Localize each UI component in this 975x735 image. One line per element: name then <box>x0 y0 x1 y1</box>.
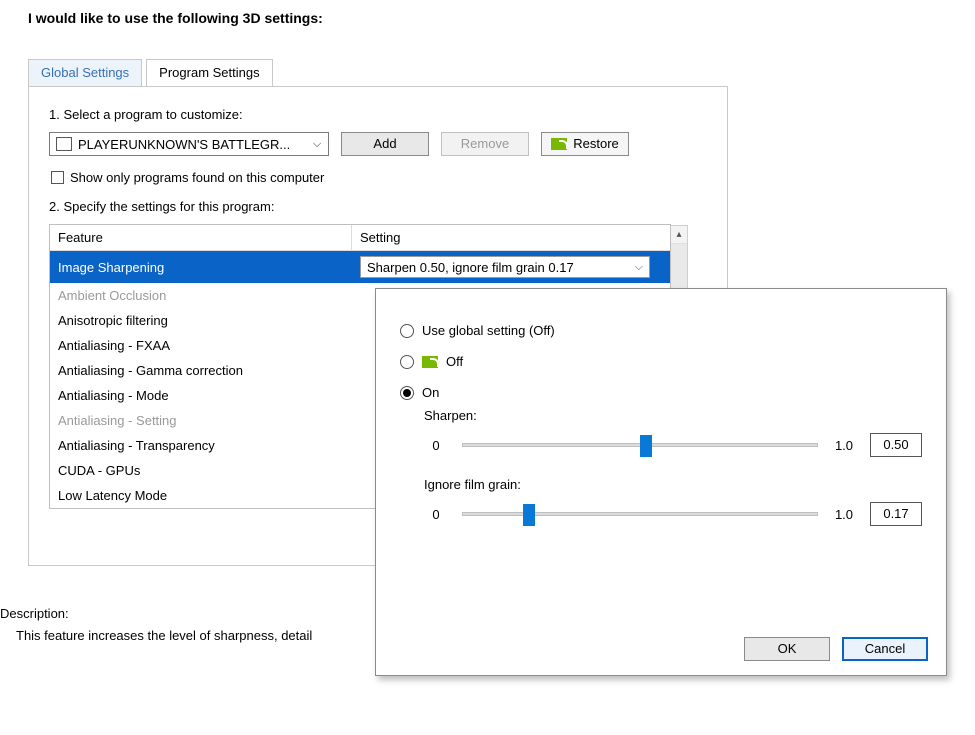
feature-cell: Antialiasing - Setting <box>50 408 352 433</box>
add-button[interactable]: Add <box>341 132 429 156</box>
option-label: Use global setting (Off) <box>422 323 555 338</box>
chevron-down-icon: ⌵ <box>306 138 328 151</box>
slider-min: 0 <box>424 507 448 522</box>
option-use-global[interactable]: Use global setting (Off) <box>400 323 922 338</box>
option-label: Off <box>446 354 463 369</box>
radio-icon <box>400 324 414 338</box>
description-label: Description: <box>0 606 69 621</box>
option-on[interactable]: On <box>400 385 922 400</box>
sharpen-label: Sharpen: <box>424 408 922 423</box>
feature-cell: Anisotropic filtering <box>50 308 352 333</box>
chevron-down-icon: ⌵ <box>635 261 643 274</box>
nvidia-icon <box>551 138 567 150</box>
sharpen-value[interactable]: 0.50 <box>870 433 922 457</box>
setting-dropdown[interactable]: Sharpen 0.50, ignore film grain 0.17 ⌵ <box>360 256 650 278</box>
feature-cell: Antialiasing - Gamma correction <box>50 358 352 383</box>
grain-label: Ignore film grain: <box>424 477 922 492</box>
ok-button[interactable]: OK <box>744 637 830 661</box>
slider-max: 1.0 <box>832 507 856 522</box>
program-icon <box>56 137 72 151</box>
feature-cell: CUDA - GPUs <box>50 458 352 483</box>
table-row[interactable]: Image Sharpening Sharpen 0.50, ignore fi… <box>50 251 670 283</box>
remove-button: Remove <box>441 132 529 156</box>
description-text: This feature increases the level of shar… <box>16 628 366 643</box>
program-select[interactable]: PLAYERUNKNOWN'S BATTLEGR... ⌵ <box>49 132 329 156</box>
step2-label: 2. Specify the settings for this program… <box>49 199 707 214</box>
feature-cell: Antialiasing - FXAA <box>50 333 352 358</box>
tab-program-settings[interactable]: Program Settings <box>146 59 272 86</box>
option-label: On <box>422 385 439 400</box>
step1-label: 1. Select a program to customize: <box>49 107 707 122</box>
scroll-up-icon[interactable]: ▴ <box>671 226 687 244</box>
feature-cell: Image Sharpening <box>50 255 352 280</box>
radio-icon <box>400 355 414 369</box>
setting-column-header[interactable]: Setting <box>352 225 670 250</box>
restore-button-label: Restore <box>573 133 619 155</box>
tab-strip: Global Settings Program Settings <box>28 58 277 85</box>
grain-slider[interactable] <box>462 504 818 524</box>
show-only-label: Show only programs found on this compute… <box>70 170 324 185</box>
checkbox-icon <box>51 171 64 184</box>
show-only-checkbox[interactable]: Show only programs found on this compute… <box>51 170 707 185</box>
nvidia-icon <box>422 356 438 368</box>
feature-cell: Ambient Occlusion <box>50 283 352 308</box>
sharpen-slider[interactable] <box>462 435 818 455</box>
image-sharpening-dialog: Use global setting (Off) Off On Sharpen:… <box>375 288 947 676</box>
slider-min: 0 <box>424 438 448 453</box>
cancel-button[interactable]: Cancel <box>842 637 928 661</box>
restore-button[interactable]: Restore <box>541 132 629 156</box>
program-select-text: PLAYERUNKNOWN'S BATTLEGR... <box>78 137 306 152</box>
setting-value: Sharpen 0.50, ignore film grain 0.17 <box>367 260 574 275</box>
grain-value[interactable]: 0.17 <box>870 502 922 526</box>
slider-max: 1.0 <box>832 438 856 453</box>
page-title: I would like to use the following 3D set… <box>28 10 323 26</box>
feature-cell: Antialiasing - Transparency <box>50 433 352 458</box>
feature-column-header[interactable]: Feature <box>50 225 352 250</box>
radio-icon <box>400 386 414 400</box>
tab-global-settings[interactable]: Global Settings <box>28 59 142 86</box>
option-off[interactable]: Off <box>400 354 922 369</box>
feature-cell: Low Latency Mode <box>50 483 352 508</box>
feature-cell: Antialiasing - Mode <box>50 383 352 408</box>
